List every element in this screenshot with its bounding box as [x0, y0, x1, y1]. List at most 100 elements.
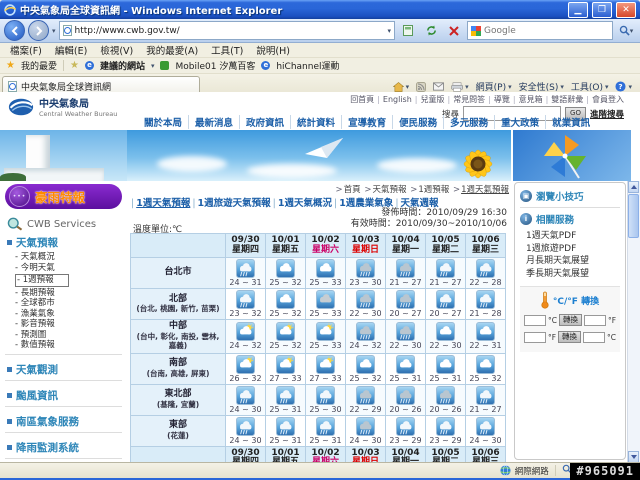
utility-link[interactable]: 兒童版 [420, 94, 444, 105]
site-nav-item[interactable]: 關於本局 [138, 115, 190, 129]
site-nav-item[interactable]: 多元服務 [444, 115, 496, 129]
sidebar-subitem[interactable]: - 全球都市 [15, 298, 122, 309]
site-nav-item[interactable]: 最新消息 [189, 115, 241, 129]
home-button[interactable]: ▾ [392, 81, 409, 92]
valid-time: 有效時間：2010/09/30~2010/10/06 [350, 219, 507, 229]
utility-link[interactable]: English [383, 95, 412, 104]
utility-link[interactable]: 意見箱 [519, 94, 543, 105]
sidebar-subitem[interactable]: - 漁業氣象 [15, 309, 122, 320]
menu-item[interactable]: 檢視(V) [100, 43, 133, 57]
utility-link[interactable]: 會員登入 [592, 94, 624, 105]
cwb-logo[interactable]: 中央氣象局 Central Weather Bureau [8, 95, 117, 118]
utility-link[interactable]: 雙語辭彙 [551, 94, 583, 105]
address-input[interactable] [74, 25, 385, 36]
fahrenheit-result[interactable] [583, 314, 606, 326]
page-scrollbar[interactable] [627, 181, 640, 463]
related-services-header[interactable]: i 相關服務 [520, 212, 620, 226]
close-button[interactable]: ✕ [616, 1, 636, 18]
utility-link[interactable]: 導覽 [494, 94, 510, 105]
utility-link[interactable]: 回首頁 [350, 94, 374, 105]
f-to-c-convert-button[interactable]: 轉換 [558, 331, 582, 343]
compatibility-view-button[interactable] [398, 21, 418, 40]
read-mail-button[interactable] [433, 82, 445, 91]
forecast-cell: 21 ~ 27 [385, 257, 426, 289]
sidebar-subitem[interactable]: - 預測圖 [15, 330, 122, 341]
menu-item[interactable]: 說明(H) [256, 43, 290, 57]
scroll-thumb[interactable] [628, 194, 639, 238]
fahrenheit-input[interactable] [523, 331, 546, 343]
mobile01-icon [160, 61, 170, 70]
menu-item[interactable]: 檔案(F) [10, 43, 42, 57]
sidebar-section[interactable]: 颱風資訊 [7, 388, 122, 403]
forecast-tab[interactable]: 1週天氣概況 [278, 198, 332, 209]
related-link[interactable]: 1週天氣PDF [526, 230, 620, 243]
sidebar-subitem[interactable]: - 今明天氣 [15, 263, 122, 274]
browsing-tips-link[interactable]: ▣ 瀏覽小技巧 [520, 189, 620, 203]
sidebar-subitem[interactable]: - 影音預報 [15, 319, 122, 330]
cwb-services[interactable]: CWB Services [7, 217, 122, 231]
suggested-sites-button[interactable]: 建議的網站 [100, 59, 145, 72]
favorite-link-hichannel[interactable]: hiChannel運動 [276, 59, 339, 72]
related-link[interactable]: 月長期天氣展望 [526, 255, 620, 268]
history-dropdown[interactable]: ▾ [52, 27, 56, 35]
heavy-rain-alert-button[interactable]: ••• 豪雨特報 [5, 184, 122, 209]
site-nav-item[interactable]: 政府資訊 [240, 115, 292, 129]
related-link[interactable]: 1週旅遊PDF [526, 243, 620, 256]
menu-item[interactable]: 我的最愛(A) [146, 43, 198, 57]
menu-item[interactable]: 工具(T) [211, 43, 243, 57]
weather-icon-rain [396, 416, 415, 436]
utility-link[interactable]: 常見問答 [453, 94, 485, 105]
related-link[interactable]: 季長期天氣展望 [526, 268, 620, 281]
sidebar-subitem-active[interactable]: - 1週預報 [15, 274, 69, 287]
print-button[interactable]: ▾ [451, 81, 469, 92]
forecast-row: 南部 (台南, 高雄, 屏東) 26 ~ 32 27 ~ 33 27 ~ 33 25 ~ … [130, 352, 506, 385]
stop-button[interactable] [444, 21, 464, 40]
forecast-day-footer: 10/01 星期五 [265, 445, 306, 463]
feeds-button[interactable] [416, 81, 427, 92]
site-nav-item[interactable]: 就業資訊 [546, 115, 596, 129]
forward-button[interactable] [28, 20, 49, 41]
maximize-button[interactable]: ❐ [592, 1, 612, 18]
breadcrumb-item[interactable]: 1週天氣預報 [461, 185, 509, 195]
c-to-f-convert-button[interactable]: 轉換 [558, 314, 582, 326]
forecast-tab[interactable]: 1週天氣預報 [136, 198, 190, 209]
site-nav-item[interactable]: 重大政策 [495, 115, 547, 129]
menu-item[interactable]: 編輯(E) [55, 43, 87, 57]
minimize-button[interactable]: ▁ [568, 1, 588, 18]
rain-alert-icon: ••• [9, 186, 30, 207]
site-nav-item[interactable]: 統計資料 [291, 115, 343, 129]
site-nav-item[interactable]: 宣導教育 [342, 115, 394, 129]
sidebar-section[interactable]: 降雨監測系統 [7, 440, 122, 455]
breadcrumb-item[interactable]: 1週預報 [418, 185, 449, 195]
sidebar-subitem[interactable]: - 天氣概況 [15, 252, 122, 263]
celsius-input[interactable] [523, 314, 546, 326]
search-box [467, 21, 613, 40]
scroll-up-button[interactable] [628, 181, 639, 193]
sidebar-section[interactable]: 天氣觀測 [7, 362, 122, 377]
favorite-link-mobile01[interactable]: Mobile01 汐萬百客 [175, 59, 255, 72]
weather-icon-partly-sunny [236, 322, 255, 342]
celsius-result[interactable] [583, 331, 606, 343]
breadcrumb-item[interactable]: 天氣預報 [372, 185, 406, 195]
back-button[interactable] [4, 20, 25, 41]
breadcrumb-item[interactable]: 首頁 [344, 185, 361, 195]
sidebar-subitem[interactable]: - 長期預報 [15, 288, 122, 299]
search-go-button[interactable]: ▾ [616, 21, 636, 40]
help-menu[interactable]: ? ▾ [615, 81, 632, 92]
sidebar-section-weather-forecast[interactable]: 天氣預報 [7, 235, 122, 250]
sidebar-sections: 天氣觀測颱風資訊南區氣象服務降雨監測系統海象測報地震測報天文星象 [5, 353, 122, 464]
forecast-cell: 21 ~ 27 [425, 257, 466, 289]
temperature-range: 22 ~ 31 [469, 341, 502, 351]
temperature-range: 25 ~ 31 [429, 373, 462, 383]
site-nav-item[interactable]: 便民服務 [393, 115, 445, 129]
suggested-dropdown[interactable]: ▾ [151, 62, 155, 70]
sidebar-section[interactable]: 南區氣象服務 [7, 414, 122, 429]
forecast-day-footer: 10/05 星期二 [425, 445, 466, 463]
address-dropdown[interactable]: ▾ [387, 27, 391, 35]
forecast-cell: 20 ~ 27 [425, 288, 466, 320]
forecast-tab[interactable]: 1週旅遊天氣預報 [198, 198, 271, 209]
favorites-button[interactable]: 我的最愛 [21, 59, 57, 72]
web-search-input[interactable] [484, 25, 609, 36]
sidebar-subitem[interactable]: - 數值預報 [15, 340, 122, 351]
refresh-button[interactable] [421, 21, 441, 40]
